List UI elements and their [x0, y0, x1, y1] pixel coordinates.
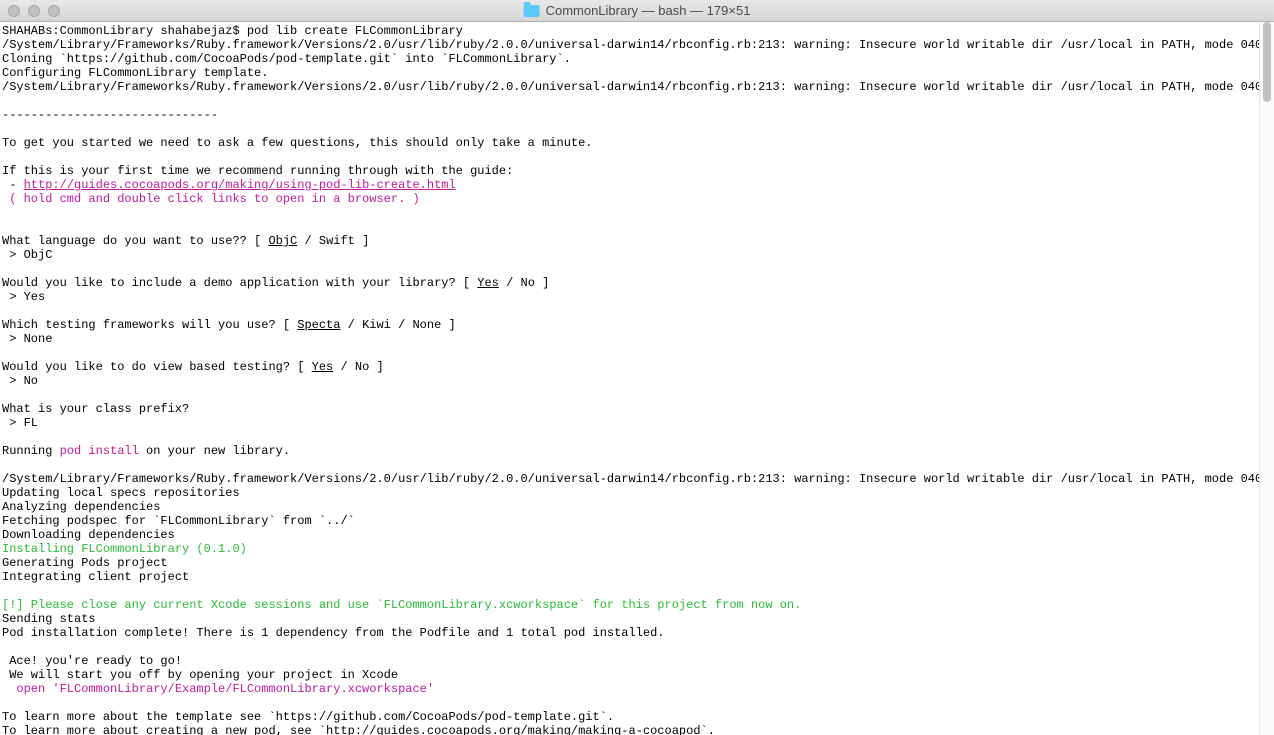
scrollbar-thumb[interactable]: [1263, 22, 1271, 102]
output-line: Integrating client project: [2, 570, 189, 584]
default-option: Yes: [312, 360, 334, 374]
scrollbar-track[interactable]: [1259, 22, 1274, 735]
terminal-output[interactable]: SHAHABs:CommonLibrary shahabejaz$ pod li…: [0, 22, 1274, 735]
install-status: Installing FLCommonLibrary (0.1.0): [2, 542, 247, 556]
output-line: Analyzing dependencies: [2, 500, 160, 514]
output-line: To learn more about creating a new pod, …: [2, 724, 715, 735]
question-text: Would you like to do view based testing?…: [2, 360, 312, 374]
question-text: / No ]: [333, 360, 383, 374]
output-line: To learn more about the template see `ht…: [2, 710, 614, 724]
zoom-button[interactable]: [48, 5, 60, 17]
output-line: Downloading dependencies: [2, 528, 175, 542]
user-input: > ObjC: [2, 248, 52, 262]
question-text: What language do you want to use?? [: [2, 234, 268, 248]
open-command: open 'FLCommonLibrary/Example/FLCommonLi…: [2, 682, 434, 696]
question-text: Which testing frameworks will you use? [: [2, 318, 297, 332]
output-line: If this is your first time we recommend …: [2, 164, 520, 178]
output-line: -: [2, 178, 24, 192]
output-line: Ace! you're ready to go!: [2, 654, 182, 668]
user-input: > FL: [2, 416, 38, 430]
window-titlebar: CommonLibrary — bash — 179×51: [0, 0, 1274, 22]
hint-text: ( hold cmd and double click links to ope…: [2, 192, 420, 206]
default-option: Specta: [297, 318, 340, 332]
default-option: ObjC: [268, 234, 297, 248]
workspace-notice: [!] Please close any current Xcode sessi…: [2, 598, 801, 612]
user-input: > None: [2, 332, 52, 346]
output-line: on your new library.: [139, 444, 290, 458]
output-line: /System/Library/Frameworks/Ruby.framewor…: [2, 80, 1274, 94]
guide-link[interactable]: http://guides.cocoapods.org/making/using…: [24, 178, 456, 192]
output-line: We will start you off by opening your pr…: [2, 668, 398, 682]
user-input: > No: [2, 374, 38, 388]
command-highlight: pod install: [60, 444, 139, 458]
question-text: / Swift ]: [297, 234, 369, 248]
output-line: Fetching podspec for `FLCommonLibrary` f…: [2, 514, 355, 528]
question-text: / No ]: [499, 276, 549, 290]
output-line: Running: [2, 444, 60, 458]
window-controls: [0, 5, 60, 17]
close-button[interactable]: [8, 5, 20, 17]
minimize-button[interactable]: [28, 5, 40, 17]
output-line: Pod installation complete! There is 1 de…: [2, 626, 665, 640]
shell-prompt: SHAHABs:CommonLibrary shahabejaz$: [2, 24, 247, 38]
title-text: CommonLibrary — bash — 179×51: [546, 3, 751, 18]
output-line: Cloning `https://github.com/CocoaPods/po…: [2, 52, 571, 66]
window-title: CommonLibrary — bash — 179×51: [524, 3, 751, 18]
output-line: /System/Library/Frameworks/Ruby.framewor…: [2, 472, 1274, 486]
output-line: Configuring FLCommonLibrary template.: [2, 66, 268, 80]
question-text: What is your class prefix?: [2, 402, 189, 416]
output-line: Generating Pods project: [2, 556, 168, 570]
output-line: /System/Library/Frameworks/Ruby.framewor…: [2, 38, 1274, 52]
question-text: / Kiwi / None ]: [340, 318, 455, 332]
question-text: Would you like to include a demo applica…: [2, 276, 477, 290]
output-line: ------------------------------: [2, 108, 218, 122]
output-line: To get you started we need to ask a few …: [2, 136, 593, 150]
default-option: Yes: [477, 276, 499, 290]
folder-icon: [524, 5, 540, 17]
user-input: > Yes: [2, 290, 45, 304]
output-line: Sending stats: [2, 612, 96, 626]
shell-command: pod lib create FLCommonLibrary: [247, 24, 463, 38]
output-line: Updating local specs repositories: [2, 486, 240, 500]
